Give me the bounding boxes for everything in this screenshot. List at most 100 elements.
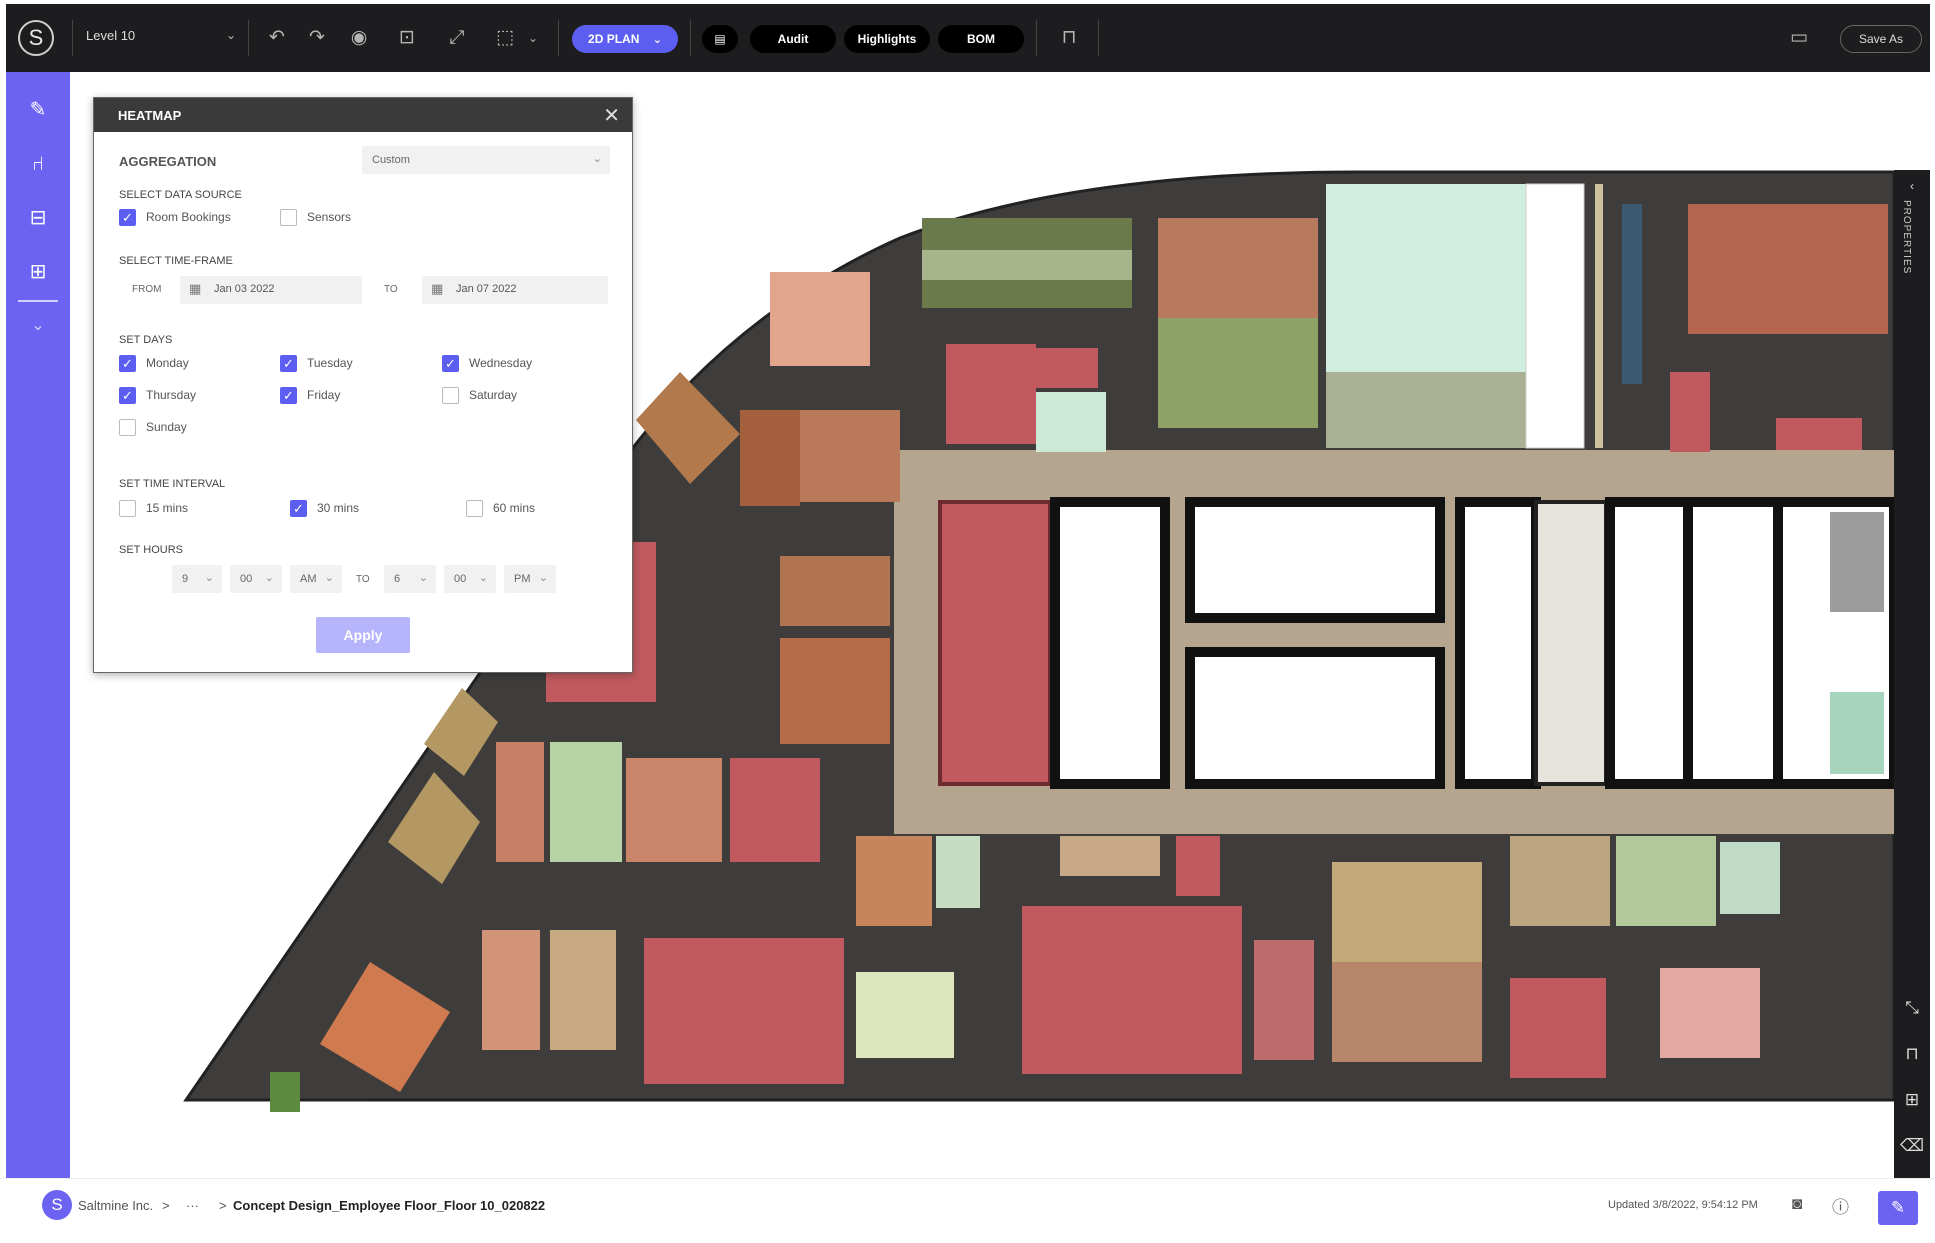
- view-mode-label: 2D PLAN: [588, 32, 640, 46]
- core-room: [1683, 497, 1783, 789]
- meeting-room: [938, 500, 1052, 786]
- day-checkbox-saturday[interactable]: Saturday: [442, 386, 517, 406]
- checkbox-label: Thursday: [146, 388, 197, 402]
- from-date-field[interactable]: ▦ Jan 03 2022: [180, 276, 362, 304]
- from-label: FROM: [132, 284, 162, 295]
- start-ampm-value: AM: [300, 573, 317, 585]
- from-date-value: Jan 03 2022: [214, 283, 275, 295]
- day-checkbox-thursday[interactable]: Thursday: [119, 386, 196, 406]
- checkbox-box[interactable]: [280, 387, 297, 405]
- breadcrumb-separator: >: [162, 1198, 170, 1213]
- lock-icon[interactable]: ⊓: [1900, 1042, 1924, 1066]
- level-select[interactable]: Level 10 ⌄: [86, 28, 236, 50]
- checkbox-label: Friday: [307, 388, 341, 402]
- close-icon[interactable]: ✕: [603, 103, 620, 128]
- status-bar: S Saltmine Inc. > ··· > Concept Design_E…: [0, 1178, 1935, 1243]
- desk-cluster: [1688, 204, 1888, 334]
- checkbox-box[interactable]: [119, 209, 136, 227]
- audit-label: Audit: [777, 32, 809, 46]
- checkbox-box[interactable]: [442, 355, 459, 373]
- lock-icon[interactable]: ⊓: [1056, 26, 1082, 50]
- chevron-down-icon[interactable]: ⌄: [520, 26, 546, 50]
- breadcrumb-company[interactable]: Saltmine Inc.: [78, 1198, 153, 1213]
- checkbox-box[interactable]: [280, 355, 297, 373]
- day-checkbox-friday[interactable]: Friday: [280, 386, 340, 406]
- checkbox-box[interactable]: [119, 387, 136, 405]
- fullscreen-icon[interactable]: ⤢: [444, 26, 470, 50]
- day-checkbox-monday[interactable]: Monday: [119, 354, 189, 374]
- checkbox-label: Saturday: [469, 388, 518, 402]
- save-as-label: Save As: [1858, 32, 1904, 46]
- interval-checkbox-15[interactable]: 15 mins: [119, 499, 188, 519]
- end-ampm-select[interactable]: PM ⌄: [504, 565, 556, 593]
- wall: [1595, 184, 1603, 448]
- desk-cluster: [1022, 906, 1242, 1074]
- toolbar-divider: [558, 20, 559, 56]
- undo-icon[interactable]: ↶: [264, 26, 290, 50]
- trash-icon[interactable]: ⌫: [1900, 1134, 1924, 1158]
- checkbox-box[interactable]: [442, 387, 459, 404]
- end-minute-select[interactable]: 00 ⌄: [444, 565, 496, 593]
- save-as-button[interactable]: Save As: [1840, 25, 1922, 53]
- comment-button[interactable]: ▤: [702, 25, 738, 53]
- start-ampm-select[interactable]: AM ⌄: [290, 565, 342, 593]
- table-icon[interactable]: ⊞: [24, 258, 52, 286]
- desk-cluster: [1670, 372, 1710, 452]
- chevron-down-icon: ⌄: [592, 153, 602, 165]
- select-icon[interactable]: ⬚: [492, 26, 518, 50]
- collapse-icon[interactable]: ⤡: [1900, 996, 1924, 1020]
- checkbox-box[interactable]: [290, 500, 307, 518]
- layout-icon[interactable]: ⊟: [24, 204, 52, 232]
- aggregation-label: AGGREGATION: [119, 154, 217, 169]
- aggregation-select[interactable]: Custom ⌄: [362, 146, 610, 174]
- properties-panel-strip[interactable]: ‹ PROPERTIES ⤡ ⊓ ⊞ ⌫: [1894, 170, 1930, 1178]
- desk-cluster: [496, 742, 544, 862]
- checkbox-box[interactable]: [280, 209, 297, 226]
- apply-button[interactable]: Apply: [316, 617, 410, 653]
- view-mode-button[interactable]: 2D PLAN ⌄: [572, 25, 678, 53]
- bom-label: BOM: [967, 32, 995, 46]
- checkbox-label: Sunday: [146, 420, 187, 434]
- app-logo-icon[interactable]: S: [18, 20, 54, 56]
- aggregation-value: Custom: [372, 154, 410, 166]
- chair-icon[interactable]: ⑁: [24, 150, 52, 178]
- source-checkbox-sensors[interactable]: Sensors: [280, 208, 351, 228]
- pencil-icon[interactable]: ✎: [24, 96, 52, 124]
- source-checkbox-room-bookings[interactable]: Room Bookings: [119, 208, 231, 228]
- org-avatar[interactable]: S: [42, 1190, 72, 1220]
- checkbox-box[interactable]: [466, 500, 483, 517]
- audit-button[interactable]: Audit: [750, 25, 836, 53]
- interval-checkbox-60[interactable]: 60 mins: [466, 499, 535, 519]
- add-icon[interactable]: ⊞: [1900, 1088, 1924, 1112]
- bom-button[interactable]: BOM: [938, 25, 1024, 53]
- checkbox-box[interactable]: [119, 500, 136, 517]
- checkbox-box[interactable]: [119, 419, 136, 436]
- feedback-icon[interactable]: ▭: [1786, 26, 1812, 50]
- layers-icon[interactable]: ◙: [1792, 1194, 1802, 1214]
- hours-to-label: TO: [356, 574, 370, 585]
- end-hour-select[interactable]: 6 ⌄: [384, 565, 436, 593]
- day-checkbox-wednesday[interactable]: Wednesday: [442, 354, 532, 374]
- chevron-down-icon: ⌄: [204, 572, 214, 584]
- breadcrumb-project[interactable]: Concept Design_Employee Floor_Floor 10_0…: [233, 1198, 545, 1213]
- highlights-button[interactable]: Highlights: [844, 25, 930, 53]
- help-icon[interactable]: ⓘ: [1832, 1193, 1849, 1218]
- day-checkbox-sunday[interactable]: Sunday: [119, 418, 187, 438]
- screenshot-icon[interactable]: ⊡: [394, 26, 420, 50]
- eye-icon[interactable]: ◉: [346, 26, 372, 50]
- start-minute-select[interactable]: 00 ⌄: [230, 565, 282, 593]
- redo-icon[interactable]: ↷: [304, 26, 330, 50]
- properties-label[interactable]: PROPERTIES: [1901, 200, 1912, 274]
- to-date-field[interactable]: ▦ Jan 07 2022: [422, 276, 608, 304]
- start-hour-select[interactable]: 9 ⌄: [172, 565, 222, 593]
- chevron-down-icon: ⌄: [418, 572, 428, 584]
- interval-checkbox-30[interactable]: 30 mins: [290, 499, 359, 519]
- day-checkbox-tuesday[interactable]: Tuesday: [280, 354, 353, 374]
- breadcrumb-ellipsis[interactable]: ···: [186, 1198, 199, 1213]
- expand-down-icon[interactable]: ⌄: [24, 312, 52, 340]
- checkbox-box[interactable]: [119, 355, 136, 373]
- checkbox-label: 15 mins: [146, 501, 189, 515]
- chat-icon[interactable]: ✎: [1878, 1191, 1918, 1225]
- expand-left-icon[interactable]: ‹: [1900, 174, 1924, 198]
- level-select-value: Level 10: [86, 28, 136, 43]
